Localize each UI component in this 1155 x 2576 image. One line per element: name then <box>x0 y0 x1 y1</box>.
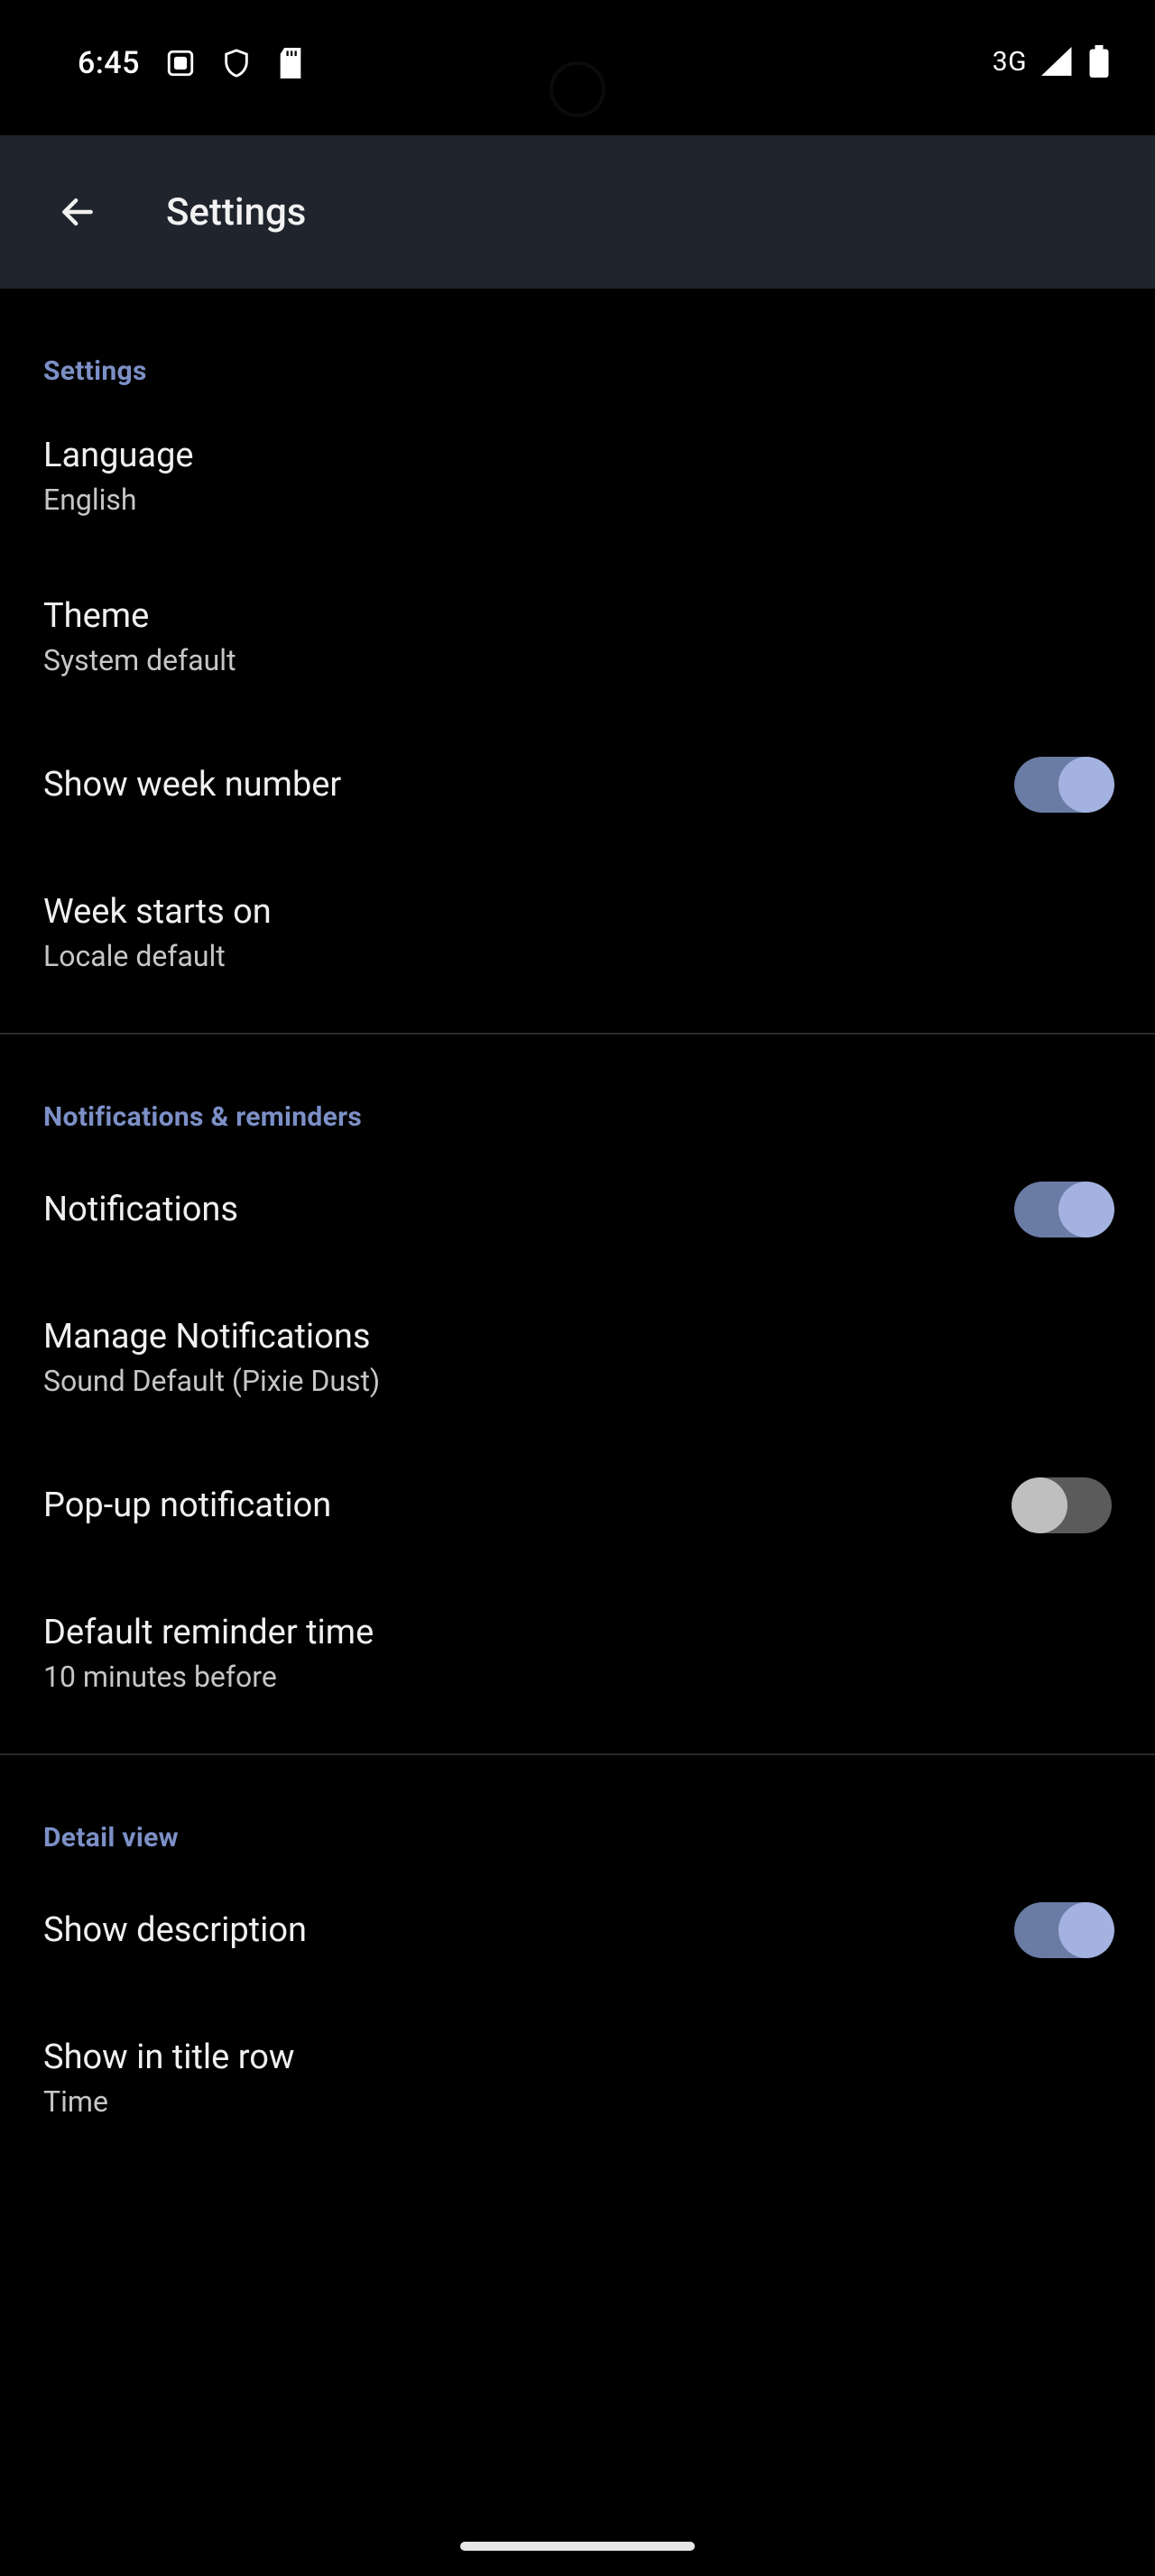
status-right: 3G <box>993 45 1110 78</box>
row-subtitle: English <box>43 483 194 517</box>
row-title: Theme <box>43 596 236 636</box>
row-text: Show in title row Time <box>43 2038 294 2119</box>
network-type-label: 3G <box>993 46 1027 78</box>
row-title: Default reminder time <box>43 1613 374 1652</box>
status-clock: 6:45 <box>78 45 140 81</box>
row-subtitle: System default <box>43 643 236 677</box>
status-left: 6:45 <box>78 45 304 81</box>
battery-icon <box>1088 45 1110 78</box>
section-header-settings: Settings <box>0 289 1155 398</box>
row-show-in-title-row[interactable]: Show in title row Time <box>0 2000 1155 2160</box>
row-week-starts-on[interactable]: Week starts on Locale default <box>0 854 1155 1015</box>
toggle-popup-notification[interactable] <box>1014 1477 1112 1533</box>
row-text: Pop-up notification <box>43 1486 331 1525</box>
row-subtitle: Time <box>43 2084 294 2119</box>
toggle-show-description[interactable] <box>1014 1902 1112 1958</box>
row-title: Pop-up notification <box>43 1486 331 1525</box>
row-title: Manage Notifications <box>43 1317 380 1357</box>
row-notifications[interactable]: Notifications <box>0 1144 1155 1279</box>
row-default-reminder-time[interactable]: Default reminder time 10 minutes before <box>0 1575 1155 1735</box>
row-text: Manage Notifications Sound Default (Pixi… <box>43 1317 380 1398</box>
signal-icon <box>1040 47 1072 76</box>
camera-cutout <box>550 61 605 117</box>
settings-list[interactable]: Settings Language English Theme System d… <box>0 289 1155 2341</box>
row-subtitle: 10 minutes before <box>43 1660 374 1694</box>
back-arrow-icon <box>58 192 97 232</box>
row-title: Week starts on <box>43 892 272 932</box>
row-text: Language English <box>43 436 194 517</box>
section-header-detail-view: Detail view <box>0 1755 1155 1864</box>
gesture-nav-bar[interactable] <box>460 2542 695 2551</box>
row-subtitle: Sound Default (Pixie Dust) <box>43 1364 380 1398</box>
device-frame: 6:45 3G <box>0 0 1155 2576</box>
toggle-show-week-number[interactable] <box>1014 757 1112 813</box>
row-text: Default reminder time 10 minutes before <box>43 1613 374 1694</box>
sd-card-icon <box>277 48 304 78</box>
screen-record-icon <box>165 48 196 78</box>
shield-icon <box>221 48 252 78</box>
app-bar: Settings <box>0 135 1155 289</box>
toggle-notifications[interactable] <box>1014 1182 1112 1237</box>
row-title: Language <box>43 436 194 475</box>
row-text: Theme System default <box>43 596 236 677</box>
row-popup-notification[interactable]: Pop-up notification <box>0 1440 1155 1575</box>
row-text: Show description <box>43 1910 307 1950</box>
row-subtitle: Locale default <box>43 939 272 973</box>
row-theme[interactable]: Theme System default <box>0 558 1155 719</box>
row-manage-notifications[interactable]: Manage Notifications Sound Default (Pixi… <box>0 1279 1155 1440</box>
section-header-notifications: Notifications & reminders <box>0 1035 1155 1144</box>
app-bar-title: Settings <box>166 190 306 235</box>
row-text: Notifications <box>43 1190 238 1229</box>
row-show-week-number[interactable]: Show week number <box>0 719 1155 854</box>
row-title: Show description <box>43 1910 307 1950</box>
row-language[interactable]: Language English <box>0 398 1155 558</box>
row-text: Week starts on Locale default <box>43 892 272 973</box>
row-title: Show in title row <box>43 2038 294 2077</box>
row-title: Notifications <box>43 1190 238 1229</box>
row-show-description[interactable]: Show description <box>0 1864 1155 2000</box>
row-title: Show week number <box>43 765 341 805</box>
row-text: Show week number <box>43 765 341 805</box>
back-button[interactable] <box>43 178 112 246</box>
